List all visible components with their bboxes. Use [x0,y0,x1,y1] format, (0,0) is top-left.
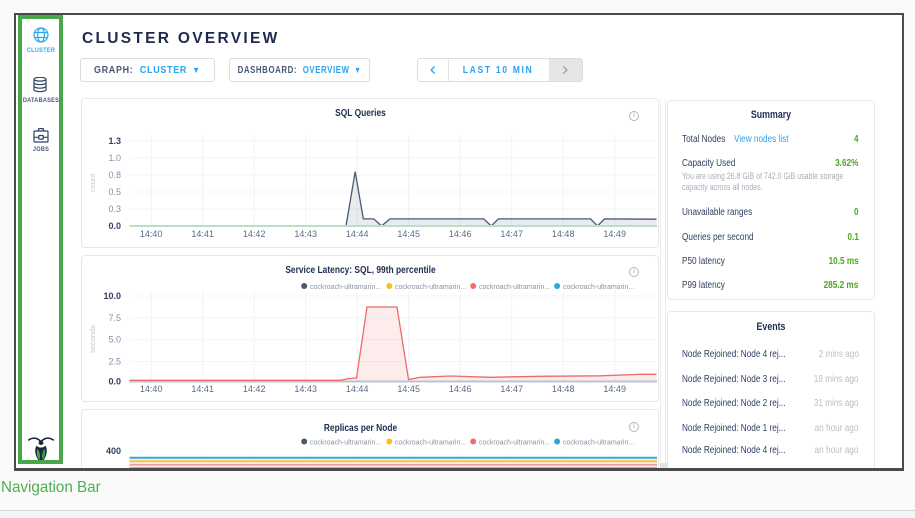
svg-text:2.5: 2.5 [108,356,121,366]
svg-text:14:46: 14:46 [448,384,471,394]
svg-text:cockroach-ultramarin...: cockroach-ultramarin... [479,439,550,446]
svg-text:cockroach-ultramarin...: cockroach-ultramarin... [563,284,634,291]
svg-text:1.0: 1.0 [108,153,121,163]
svg-text:cockroach-ultramarin...: cockroach-ultramarin... [310,439,381,446]
svg-text:0.3: 0.3 [108,204,121,214]
svg-text:0.0: 0.0 [108,221,121,231]
svg-text:0.0: 0.0 [108,376,121,386]
svg-text:14:40: 14:40 [139,384,162,394]
svg-text:seconds: seconds [88,324,97,352]
svg-text:14:46: 14:46 [448,229,471,239]
svg-text:14:42: 14:42 [242,229,265,239]
svg-text:cockroach-ultramarin...: cockroach-ultramarin... [479,284,550,291]
svg-text:5.0: 5.0 [108,334,121,344]
svg-text:14:45: 14:45 [397,384,420,394]
svg-text:cockroach-ultramarin...: cockroach-ultramarin... [395,284,466,291]
svg-text:14:49: 14:49 [603,384,626,394]
svg-text:14:40: 14:40 [139,229,162,239]
svg-text:14:41: 14:41 [191,384,214,394]
svg-text:14:49: 14:49 [603,229,626,239]
svg-text:14:47: 14:47 [500,229,523,239]
svg-text:14:47: 14:47 [500,384,523,394]
svg-text:14:43: 14:43 [294,384,317,394]
svg-text:14:44: 14:44 [345,229,368,239]
svg-text:14:48: 14:48 [551,384,574,394]
svg-text:14:45: 14:45 [397,229,420,239]
svg-text:count: count [88,172,97,191]
svg-text:14:48: 14:48 [551,229,574,239]
svg-text:cockroach-ultramarin...: cockroach-ultramarin... [563,439,634,446]
svg-text:cockroach-ultramarin...: cockroach-ultramarin... [310,284,381,291]
svg-text:0.5: 0.5 [108,187,121,197]
svg-text:14:41: 14:41 [191,229,214,239]
svg-text:cockroach-ultramarin...: cockroach-ultramarin... [395,439,466,446]
svg-text:7.5: 7.5 [108,313,121,323]
svg-text:400: 400 [105,446,120,456]
svg-text:1.3: 1.3 [108,136,121,146]
svg-text:14:44: 14:44 [345,384,368,394]
svg-text:0.8: 0.8 [108,170,121,180]
svg-text:14:43: 14:43 [294,229,317,239]
svg-text:14:42: 14:42 [242,384,265,394]
svg-text:10.0: 10.0 [103,291,121,301]
